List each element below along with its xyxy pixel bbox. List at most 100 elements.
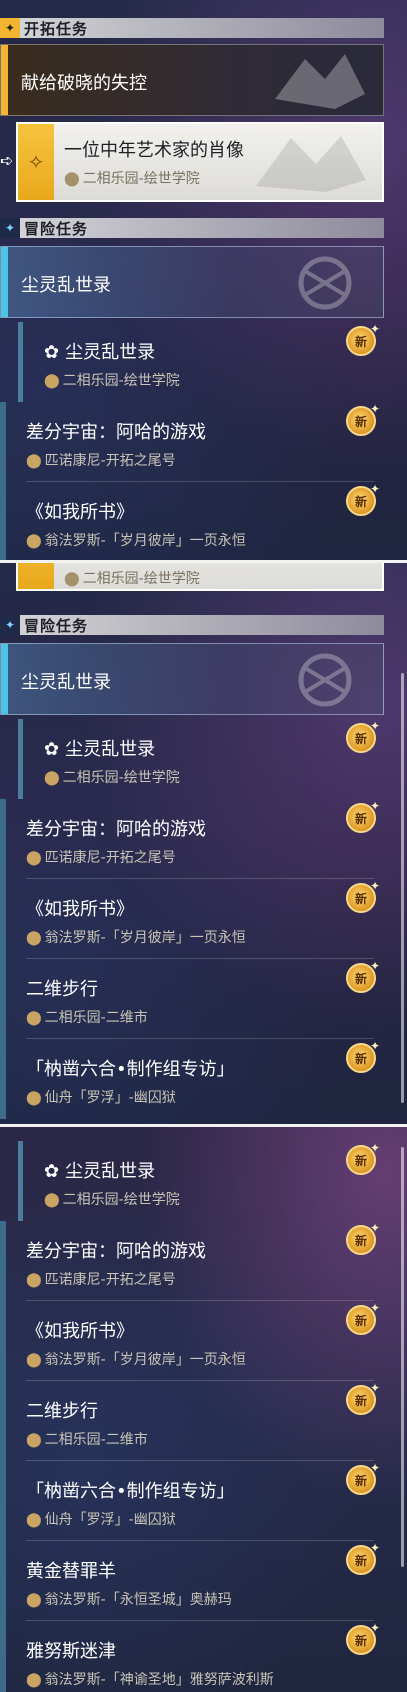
adventure-item[interactable]: 黄金替罪羊 ⬤ 翁法罗斯-「永恒圣城」奥赫玛 新 ✦ [0,1541,384,1621]
item-title: 二维步行 [26,979,98,1000]
location-pin-icon: ⬤ [44,373,60,389]
item-accent-bar [0,1381,6,1461]
item-title: ✿ 尘灵乱世录 [44,739,156,760]
item-location: ⬤ 翁法罗斯-「岁月彼岸」一页永恒 [26,1352,246,1368]
item-accent-bar [0,1221,6,1301]
item-accent-bar [0,482,6,560]
adventure-current[interactable]: 尘灵乱世录 [0,246,384,318]
item-title: 差分宇宙：阿哈的游戏 [26,422,206,443]
mission-accent-bar [1,45,8,115]
item-location: ⬤ 仙舟「罗浮」-幽囚狱 [26,1090,176,1106]
section-title: 开拓任务 [24,19,89,38]
location-pin-icon: ⬤ [26,453,42,469]
trailblaze-icon: ✦ [0,18,20,38]
adventure-item[interactable]: 二维步行 ⬤ 二相乐园-二维市 新 ✦ [0,959,384,1039]
adventure-item[interactable]: 差分宇宙：阿哈的游戏 ⬤ 匹诺康尼-开拓之尾号 新 ✦ [0,1221,384,1301]
adventure-title: 尘灵乱世录 [21,672,111,693]
item-accent-bar [0,1621,6,1692]
adventure-item[interactable]: 《如我所书》 ⬤ 翁法罗斯-「岁月彼岸」一页永恒 新 ✦ [0,1301,384,1381]
adventure-art-icon [298,653,352,707]
item-location: ⬤ 翁法罗斯-「岁月彼岸」一页永恒 [26,533,246,549]
item-accent-bar [0,1301,6,1381]
adventure-item[interactable]: 「枘凿六合•制作组专访」 ⬤ 仙舟「罗浮」-幽囚狱 新 ✦ [0,1039,384,1119]
new-badge-icon: 新 ✦ [346,1461,380,1495]
mission-selected-card[interactable]: ✧ 一位中年艺术家的肖像 ⬤ 二相乐园-绘世学院 [16,122,384,202]
item-location: ⬤ 二相乐园-二维市 [26,1010,148,1026]
adventure-accent-bar [1,644,8,714]
sparkle-icon: ✦ [369,402,380,416]
mission-pinned[interactable]: 献给破晓的失控 [0,44,384,116]
item-accent-bar [18,322,23,402]
item-title: 《如我所书》 [26,899,134,920]
item-title: 二维步行 [26,1401,98,1422]
location-pin-icon: ⬤ [26,1090,42,1106]
adventure-current[interactable]: 尘灵乱世录 [0,643,384,715]
adventure-item[interactable]: 差分宇宙：阿哈的游戏 ⬤ 匹诺康尼-开拓之尾号 新 ✦ [0,402,384,482]
sparkle-icon: ✦ [369,1541,380,1555]
mission-title: 献给破晓的失控 [21,73,147,94]
sparkle-icon: ✦ [369,799,380,813]
location-pin-icon: ⬤ [44,1192,60,1208]
new-badge-icon: 新 ✦ [346,799,380,833]
item-title: ✿ 尘灵乱世录 [44,342,156,363]
mission-selected-card[interactable]: ✧ ⬤二相乐园-绘世学院 [16,563,384,591]
location-pin-icon: ⬤ [64,171,80,187]
item-accent-bar [0,1541,6,1621]
item-location: ⬤ 翁法罗斯-「永恒圣城」奥赫玛 [26,1592,232,1608]
sparkle-icon: ✦ [369,1621,380,1635]
location-pin-icon: ⬤ [26,930,42,946]
item-location: ⬤ 二相乐园-绘世学院 [44,770,180,786]
item-title: 差分宇宙：阿哈的游戏 [26,819,206,840]
selected-arrow-icon: ➪ [0,151,14,170]
adventure-icon: ✦ [0,615,20,635]
adventure-item[interactable]: ✿ 尘灵乱世录 ⬤ 二相乐园-绘世学院 新 ✦ [0,1141,384,1221]
section-header-trailblaze: ✦ 开拓任务 [0,18,384,38]
new-badge-icon: 新 ✦ [346,879,380,913]
new-badge-icon: 新 ✦ [346,1381,380,1415]
adventure-item[interactable]: 《如我所书》 ⬤ 翁法罗斯-「岁月彼岸」一页永恒 新 ✦ [0,482,384,560]
adventure-item[interactable]: 差分宇宙：阿哈的游戏 ⬤ 匹诺康尼-开拓之尾号 新 ✦ [0,799,384,879]
sparkle-icon: ✦ [369,1141,380,1155]
sparkle-icon: ✦ [369,1039,380,1053]
item-accent-bar [18,719,23,799]
location-pin-icon: ⬤ [44,770,60,786]
scrollbar[interactable] [401,1147,404,1567]
location-pin-icon: ⬤ [26,1432,42,1448]
adventure-item[interactable]: 雅努斯迷津 ⬤ 翁法罗斯-「神谕圣地」雅努萨波利斯 新 ✦ [0,1621,384,1692]
item-accent-bar [0,402,6,482]
adventure-title: 尘灵乱世录 [21,275,111,296]
new-badge-icon: 新 ✦ [346,322,380,356]
location-pin-icon: ⬤ [64,571,80,587]
sparkle-icon: ✦ [369,719,380,733]
new-badge-icon: 新 ✦ [346,719,380,753]
item-title: 差分宇宙：阿哈的游戏 [26,1241,206,1262]
section-title: 冒险任务 [24,616,89,635]
new-badge-icon: 新 ✦ [346,402,380,436]
mission-location: ⬤ 二相乐园-绘世学院 [64,571,200,587]
adventure-art-icon [298,256,352,310]
sparkle-icon: ✦ [369,482,380,496]
dust-spirit-icon: ✿ [44,1161,60,1182]
item-location: ⬤ 匹诺康尼-开拓之尾号 [26,453,176,469]
adventure-item[interactable]: 「枘凿六合•制作组专访」 ⬤ 仙舟「罗浮」-幽囚狱 新 ✦ [0,1461,384,1541]
section-header-adventure: ✦ 冒险任务 [0,218,384,238]
adventure-item[interactable]: ✿ 尘灵乱世录 ⬤ 二相乐园-绘世学院 新 ✦ [0,322,384,402]
item-title: 雅努斯迷津 [26,1641,116,1662]
item-location: ⬤ 二相乐园-绘世学院 [44,373,180,389]
adventure-item[interactable]: ✿ 尘灵乱世录 ⬤ 二相乐园-绘世学院 新 ✦ [0,719,384,799]
dust-spirit-icon: ✿ [44,342,60,363]
item-location: ⬤ 仙舟「罗浮」-幽囚狱 [26,1512,176,1528]
item-title: 《如我所书》 [26,1321,134,1342]
mission-title: 一位中年艺术家的肖像 [64,140,244,161]
adventure-item[interactable]: 二维步行 ⬤ 二相乐园-二维市 新 ✦ [0,1381,384,1461]
scrollbar[interactable] [401,673,404,1103]
sparkle-icon: ✦ [369,1301,380,1315]
new-badge-icon: 新 ✦ [346,1621,380,1655]
dust-spirit-icon: ✿ [44,739,60,760]
adventure-item[interactable]: 《如我所书》 ⬤ 翁法罗斯-「岁月彼岸」一页永恒 新 ✦ [0,879,384,959]
location-pin-icon: ⬤ [26,1512,42,1528]
section-title: 冒险任务 [24,219,89,238]
item-location: ⬤ 翁法罗斯-「神谕圣地」雅努萨波利斯 [26,1672,274,1688]
item-location: ⬤ 翁法罗斯-「岁月彼岸」一页永恒 [26,930,246,946]
adventure-icon: ✦ [0,218,20,238]
